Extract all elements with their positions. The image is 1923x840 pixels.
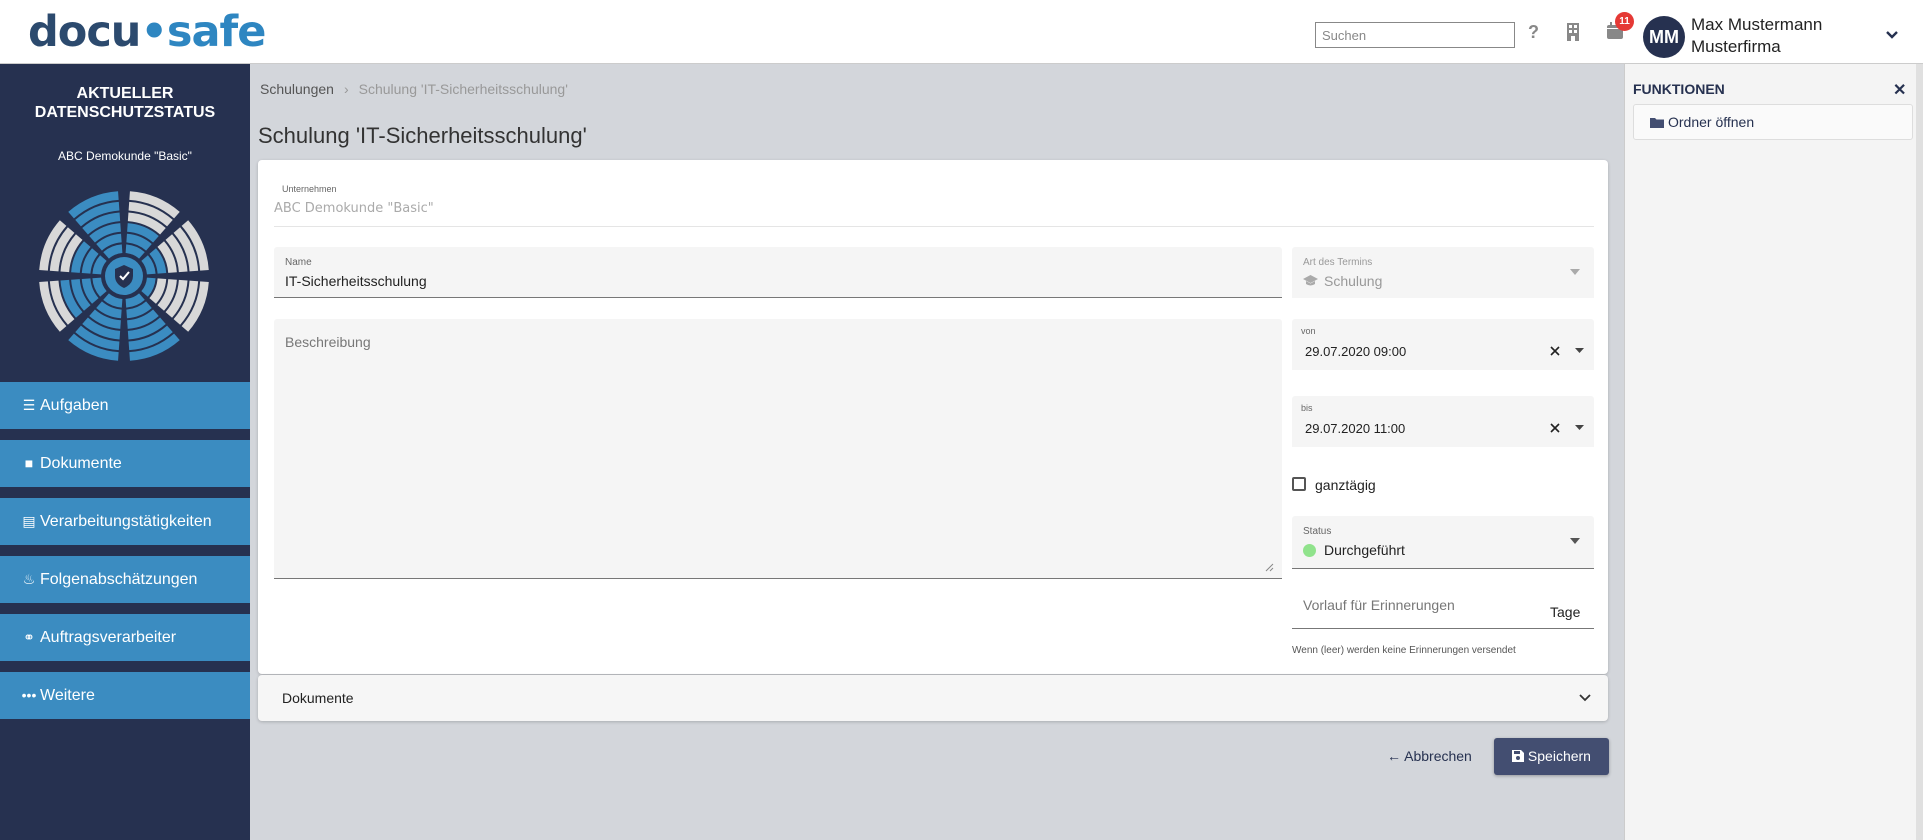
dropdown-arrow-icon[interactable]	[1575, 348, 1584, 353]
folder-icon: ■	[24, 455, 34, 471]
scrollbar[interactable]	[1916, 64, 1923, 840]
reminder-unit: Tage	[1550, 604, 1581, 620]
graduation-cap-icon	[1303, 275, 1318, 286]
notification-badge: 11	[1615, 12, 1634, 31]
sidebar-item-label: Verarbeitungstätigkeiten	[40, 513, 212, 530]
save-label: Speichern	[1527, 748, 1591, 764]
breadcrumb: Schulungen › Schulung 'IT-Sicherheitsschul…	[260, 81, 568, 97]
sidebar-item-label: Weitere	[40, 687, 95, 704]
description-field[interactable]: Beschreibung	[274, 319, 1282, 579]
reminder-hint: Wenn (leer) werden keine Erinnerungen ve…	[1292, 645, 1516, 656]
breadcrumb-parent[interactable]: Schulungen	[260, 81, 334, 97]
reminder-placeholder: Vorlauf für Erinnerungen	[1303, 597, 1455, 613]
sidebar-item-verarbeitungstaetigkeiten[interactable]: ▤ Verarbeitungstätigkeiten	[0, 498, 250, 545]
more-icon: •••	[21, 687, 37, 703]
type-value: Schulung	[1324, 273, 1383, 289]
open-folder-label: Ordner öffnen	[1668, 114, 1755, 130]
save-button[interactable]: Speichern	[1494, 738, 1609, 775]
resize-handle-icon[interactable]	[1265, 563, 1274, 572]
file-icon: ▤	[22, 513, 36, 529]
name-label: Name	[285, 257, 312, 268]
folder-icon	[1650, 118, 1664, 128]
status-value: Durchgeführt	[1324, 542, 1405, 558]
type-select[interactable]: Art des Termins Schulung	[1292, 247, 1594, 298]
help-icon[interactable]: ?	[1528, 22, 1539, 43]
status-dot	[1303, 544, 1316, 557]
client-name: ABC Demokunde "Basic"	[58, 149, 192, 163]
sidebar-item-dokumente[interactable]: ■ Dokumente	[0, 440, 250, 487]
company-value: ABC Demokunde "Basic"	[274, 201, 434, 216]
name-value[interactable]: IT-Sicherheitsschulung	[285, 273, 427, 289]
privacy-status-title: AKTUELLER DATENSCHUTZSTATUS	[0, 84, 250, 122]
from-date-field[interactable]: von 29.07.2020 09:00	[1292, 319, 1594, 370]
search-input[interactable]	[1315, 22, 1515, 48]
save-icon	[1512, 750, 1525, 762]
sidebar-item-folgenabschaetzungen[interactable]: ♨ Folgenabschätzungen	[0, 556, 250, 603]
sidebar-item-label: Folgenabschätzungen	[40, 571, 198, 588]
tasks-icon: ☰	[22, 397, 36, 413]
page-title: Schulung 'IT-Sicherheitsschulung'	[258, 123, 587, 148]
status-select[interactable]: Status Durchgeführt	[1292, 516, 1594, 569]
functions-title: FUNKTIONEN	[1633, 81, 1725, 97]
dropdown-arrow-icon	[1570, 538, 1580, 544]
from-value[interactable]: 29.07.2020 09:00	[1305, 344, 1406, 359]
functions-panel: FUNKTIONEN ✕ Ordner öffnen	[1624, 64, 1923, 840]
to-value[interactable]: 29.07.2020 11:00	[1305, 421, 1405, 436]
clear-icon[interactable]	[1549, 345, 1561, 357]
breadcrumb-separator: ›	[343, 81, 349, 97]
status-label: Status	[1303, 526, 1332, 537]
dropdown-arrow-icon	[1570, 269, 1580, 275]
sidebar-item-aufgaben[interactable]: ☰ Aufgaben	[0, 382, 250, 429]
open-folder-button[interactable]: Ordner öffnen	[1633, 104, 1913, 140]
allday-label[interactable]: ganztägig	[1315, 477, 1376, 493]
sidebar-item-auftragsverarbeiter[interactable]: ⚭ Auftragsverarbeiter	[0, 614, 250, 661]
cancel-button[interactable]: ← Abbrechen	[1387, 738, 1472, 774]
to-date-field[interactable]: bis 29.07.2020 11:00	[1292, 396, 1594, 447]
avatar[interactable]: MM	[1643, 16, 1685, 58]
documents-section[interactable]: Dokumente	[258, 675, 1608, 721]
main-content: Schulungen › Schulung 'IT-Sicherheitsschul…	[250, 64, 1624, 840]
user-company: Musterfirma	[1691, 37, 1781, 56]
privacy-status-title-line2: DATENSCHUTZSTATUS	[34, 104, 216, 121]
sidebar-item-label: Auftragsverarbeiter	[40, 629, 177, 646]
building-icon[interactable]	[1566, 22, 1580, 42]
documents-label: Dokumente	[282, 690, 354, 706]
sidebar: AKTUELLER DATENSCHUTZSTATUS ABC Demokund…	[0, 64, 250, 840]
training-form: Unternehmen ABC Demokunde "Basic" Name I…	[258, 160, 1608, 674]
sidebar-item-label: Aufgaben	[40, 397, 109, 414]
description-placeholder: Beschreibung	[285, 334, 371, 350]
clear-icon[interactable]	[1549, 422, 1561, 434]
breadcrumb-current: Schulung 'IT-Sicherheitsschulung'	[358, 81, 568, 97]
type-label: Art des Termins	[1303, 257, 1373, 268]
allday-checkbox[interactable]	[1292, 477, 1306, 491]
company-label: Unternehmen	[282, 184, 337, 194]
privacy-status-title-line1: AKTUELLER	[76, 85, 174, 102]
privacy-status-wheel[interactable]	[36, 188, 212, 364]
dropdown-arrow-icon[interactable]	[1575, 425, 1584, 430]
sidebar-item-label: Dokumente	[40, 455, 122, 472]
cancel-label: Abbrechen	[1404, 748, 1472, 764]
sidebar-item-weitere[interactable]: ••• Weitere	[0, 672, 250, 719]
reminder-field[interactable]: Vorlauf für Erinnerungen Tage	[1292, 586, 1594, 629]
handshake-icon: ⚭	[23, 629, 35, 645]
fire-icon: ♨	[22, 571, 36, 587]
close-icon[interactable]: ✕	[1893, 80, 1906, 100]
from-label: von	[1301, 326, 1316, 336]
chevron-down-icon[interactable]	[1579, 694, 1591, 702]
top-bar: docu•safe ? 11 MM Max Mustermann Musterf…	[0, 0, 1923, 64]
divider	[274, 226, 1594, 227]
user-name[interactable]: Max Mustermann	[1691, 14, 1822, 36]
docusafe-logo[interactable]: docu•safe	[28, 8, 266, 56]
arrow-left-icon: ←	[1387, 748, 1401, 764]
to-label: bis	[1301, 403, 1313, 413]
name-field[interactable]: Name IT-Sicherheitsschulung	[274, 247, 1282, 298]
chevron-down-icon[interactable]	[1885, 28, 1899, 42]
